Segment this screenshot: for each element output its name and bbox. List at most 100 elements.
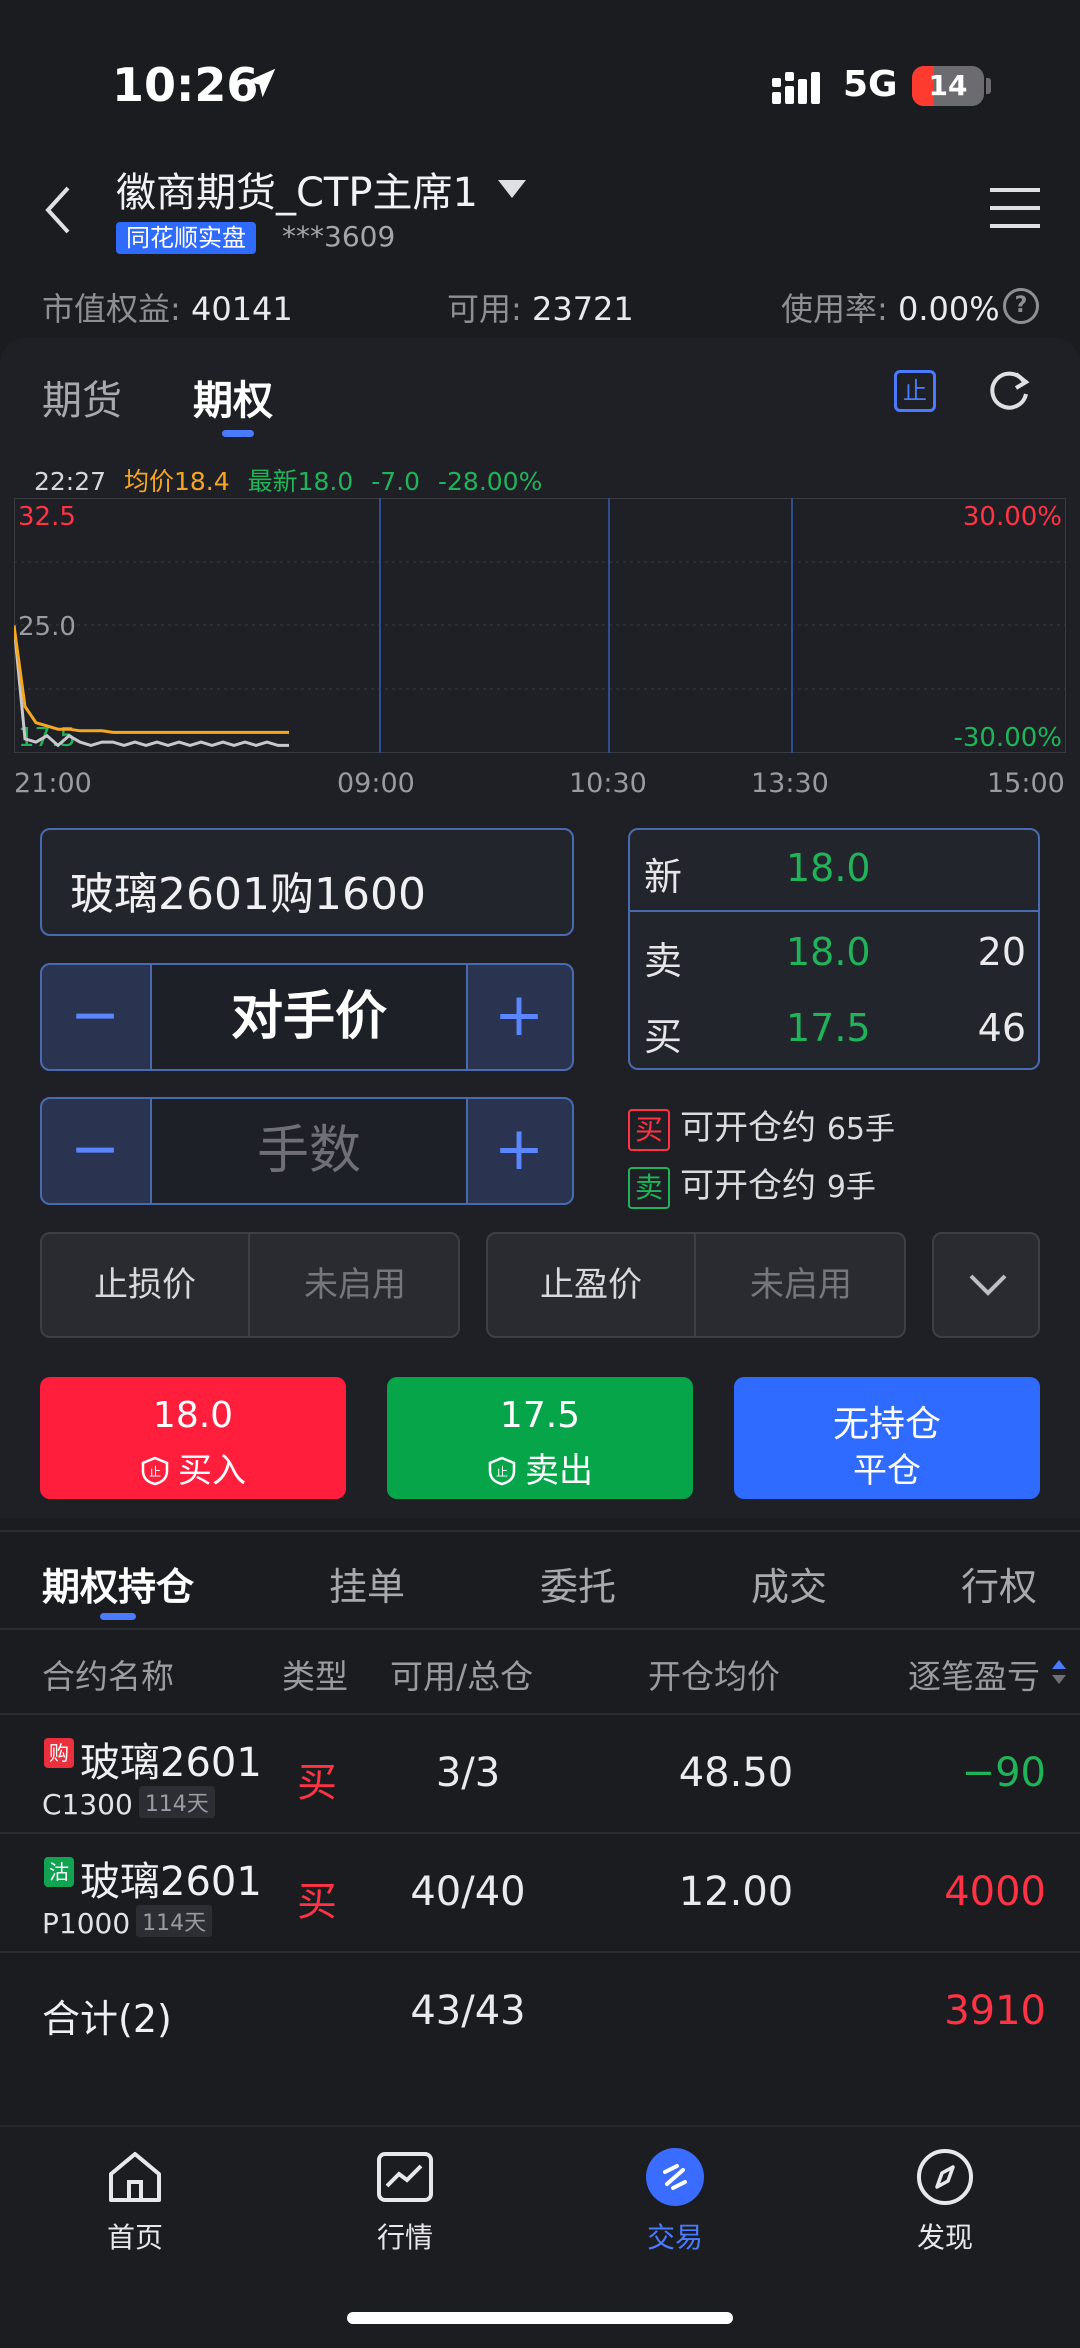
pct-min-label: -30.00% bbox=[953, 723, 1062, 753]
total-label: 合计(2) bbox=[42, 1997, 172, 2041]
sell-open-available: 卖可开仓约 9手 bbox=[628, 1158, 876, 1209]
buy-open-available: 买可开仓约 65手 bbox=[628, 1100, 895, 1151]
price-stepper[interactable]: − 对手价 + bbox=[40, 963, 574, 1071]
chart-change-pct: -28.00% bbox=[437, 467, 543, 496]
svg-text:止: 止 bbox=[149, 1465, 161, 1479]
account-title[interactable]: 徽商期货_CTP主席1 bbox=[116, 160, 478, 218]
chart-latest: 最新18.0 bbox=[247, 467, 354, 496]
call-badge: 购 bbox=[44, 1738, 74, 1768]
signal-icon bbox=[772, 72, 820, 104]
shield-icon: 止 bbox=[141, 1456, 169, 1486]
x-tick: 13:30 bbox=[751, 768, 829, 799]
chart-change: -7.0 bbox=[371, 467, 421, 496]
take-profit-label: 止盈价 bbox=[488, 1234, 696, 1336]
stop-loss-label: 止损价 bbox=[42, 1234, 250, 1336]
pct-max-label: 30.00% bbox=[963, 502, 1062, 532]
col-contract: 合约名称 bbox=[42, 1657, 174, 1696]
tab-indicator bbox=[222, 430, 254, 437]
row-code: P1000 114天 bbox=[42, 1905, 213, 1940]
x-tick: 21:00 bbox=[14, 768, 92, 799]
tab-trades[interactable]: 成交 bbox=[751, 1556, 827, 1611]
row-pnl: −90 bbox=[961, 1750, 1046, 1796]
home-indicator bbox=[347, 2312, 733, 2324]
location-arrow-icon bbox=[246, 68, 276, 98]
status-time: 10:26 bbox=[112, 58, 259, 112]
usage-metric: 使用率: 0.00% bbox=[781, 290, 1000, 328]
sell-button[interactable]: 17.5 止卖出 bbox=[387, 1377, 693, 1499]
battery-level: 14 bbox=[928, 69, 968, 102]
row-pnl: 4000 bbox=[944, 1869, 1046, 1915]
expand-button[interactable] bbox=[932, 1232, 1040, 1338]
account-number: ***3609 bbox=[282, 220, 396, 253]
network-type: 5G bbox=[843, 64, 898, 105]
col-qty: 可用/总仓 bbox=[390, 1657, 534, 1696]
menu-icon[interactable] bbox=[990, 186, 1040, 230]
contract-name: 玻璃2601购1600 bbox=[70, 869, 426, 920]
y-mid-label: 25.0 bbox=[18, 612, 76, 642]
buy-button[interactable]: 18.0 止买入 bbox=[40, 1377, 346, 1499]
home-icon bbox=[109, 2152, 161, 2202]
x-tick: 10:30 bbox=[569, 768, 647, 799]
compass-icon bbox=[917, 2149, 973, 2205]
close-position-button[interactable]: 无持仓 平仓 bbox=[734, 1377, 1040, 1499]
take-profit-control[interactable]: 止盈价 未启用 bbox=[486, 1232, 906, 1338]
row-name: 玻璃2601 bbox=[80, 1740, 262, 1786]
stop-loss-control[interactable]: 止损价 未启用 bbox=[40, 1232, 460, 1338]
sort-icon[interactable] bbox=[1050, 1658, 1068, 1686]
available-metric: 可用: 23721 bbox=[447, 290, 634, 328]
stop-loss-state: 未启用 bbox=[304, 1265, 406, 1305]
chevron-down-icon bbox=[969, 1274, 1007, 1296]
x-tick: 09:00 bbox=[337, 768, 415, 799]
account-tag: 同花顺实盘 bbox=[116, 222, 256, 254]
qty-input[interactable]: 手数 bbox=[150, 1099, 468, 1203]
row-qty: 40/40 bbox=[410, 1869, 526, 1915]
row-avg: 48.50 bbox=[678, 1750, 794, 1796]
chart-time: 22:27 bbox=[34, 467, 107, 496]
col-type: 类型 bbox=[282, 1657, 348, 1696]
row-type: 买 bbox=[297, 1879, 337, 1925]
chart-avg: 均价18.4 bbox=[124, 467, 230, 496]
trade-icon bbox=[646, 2148, 704, 2206]
svg-text:止: 止 bbox=[496, 1465, 508, 1479]
intraday-chart[interactable]: 32.5 25.0 17.5 30.00% -30.00% bbox=[14, 498, 1066, 753]
x-tick: 15:00 bbox=[987, 768, 1065, 799]
y-max-label: 32.5 bbox=[18, 502, 76, 532]
help-icon[interactable]: ? bbox=[1003, 288, 1039, 324]
quote-panel: 新 18.0 卖 18.0 20 买 17.5 46 bbox=[628, 828, 1040, 1070]
price-mode[interactable]: 对手价 bbox=[150, 965, 468, 1069]
contract-field[interactable]: 玻璃2601购1600 bbox=[40, 828, 574, 936]
stop-order-button[interactable]: 止 bbox=[894, 370, 936, 412]
col-avg-price: 开仓均价 bbox=[648, 1657, 780, 1696]
battery-tip bbox=[986, 78, 991, 94]
quantity-stepper[interactable]: − 手数 + bbox=[40, 1097, 574, 1205]
back-icon[interactable] bbox=[38, 180, 78, 240]
qty-plus-button[interactable]: + bbox=[466, 1099, 572, 1203]
dropdown-caret-icon[interactable] bbox=[496, 177, 528, 201]
price-plus-button[interactable]: + bbox=[466, 965, 572, 1069]
chart-info: 22:27 均价18.4 最新18.0 -7.0 -28.00% bbox=[34, 462, 552, 498]
total-qty: 43/43 bbox=[410, 1988, 526, 2034]
shield-icon: 止 bbox=[488, 1456, 516, 1486]
tab-futures[interactable]: 期货 bbox=[42, 368, 122, 426]
tab-option-positions[interactable]: 期权持仓 bbox=[42, 1556, 194, 1611]
tab-orders[interactable]: 委托 bbox=[540, 1556, 616, 1611]
put-badge: 沽 bbox=[44, 1857, 74, 1887]
refresh-icon[interactable] bbox=[986, 368, 1032, 414]
qty-minus-button[interactable]: − bbox=[42, 1099, 148, 1203]
total-pnl: 3910 bbox=[944, 1988, 1046, 2034]
row-avg: 12.00 bbox=[678, 1869, 794, 1915]
row-code: C1300 114天 bbox=[42, 1786, 215, 1821]
col-pnl[interactable]: 逐笔盈亏 bbox=[908, 1650, 1040, 1698]
tab-pending-orders[interactable]: 挂单 bbox=[329, 1556, 405, 1611]
position-tab-indicator bbox=[100, 1613, 136, 1620]
equity-metric: 市值权益: 40141 bbox=[42, 290, 293, 328]
tab-options[interactable]: 期权 bbox=[193, 368, 273, 426]
battery-icon: 14 bbox=[912, 66, 984, 106]
row-name: 玻璃2601 bbox=[80, 1859, 262, 1905]
price-minus-button[interactable]: − bbox=[42, 965, 148, 1069]
tab-exercise[interactable]: 行权 bbox=[961, 1556, 1037, 1611]
chart-line-icon bbox=[377, 2152, 433, 2202]
row-qty: 3/3 bbox=[435, 1750, 501, 1796]
row-type: 买 bbox=[297, 1760, 337, 1806]
take-profit-state: 未启用 bbox=[750, 1265, 852, 1305]
